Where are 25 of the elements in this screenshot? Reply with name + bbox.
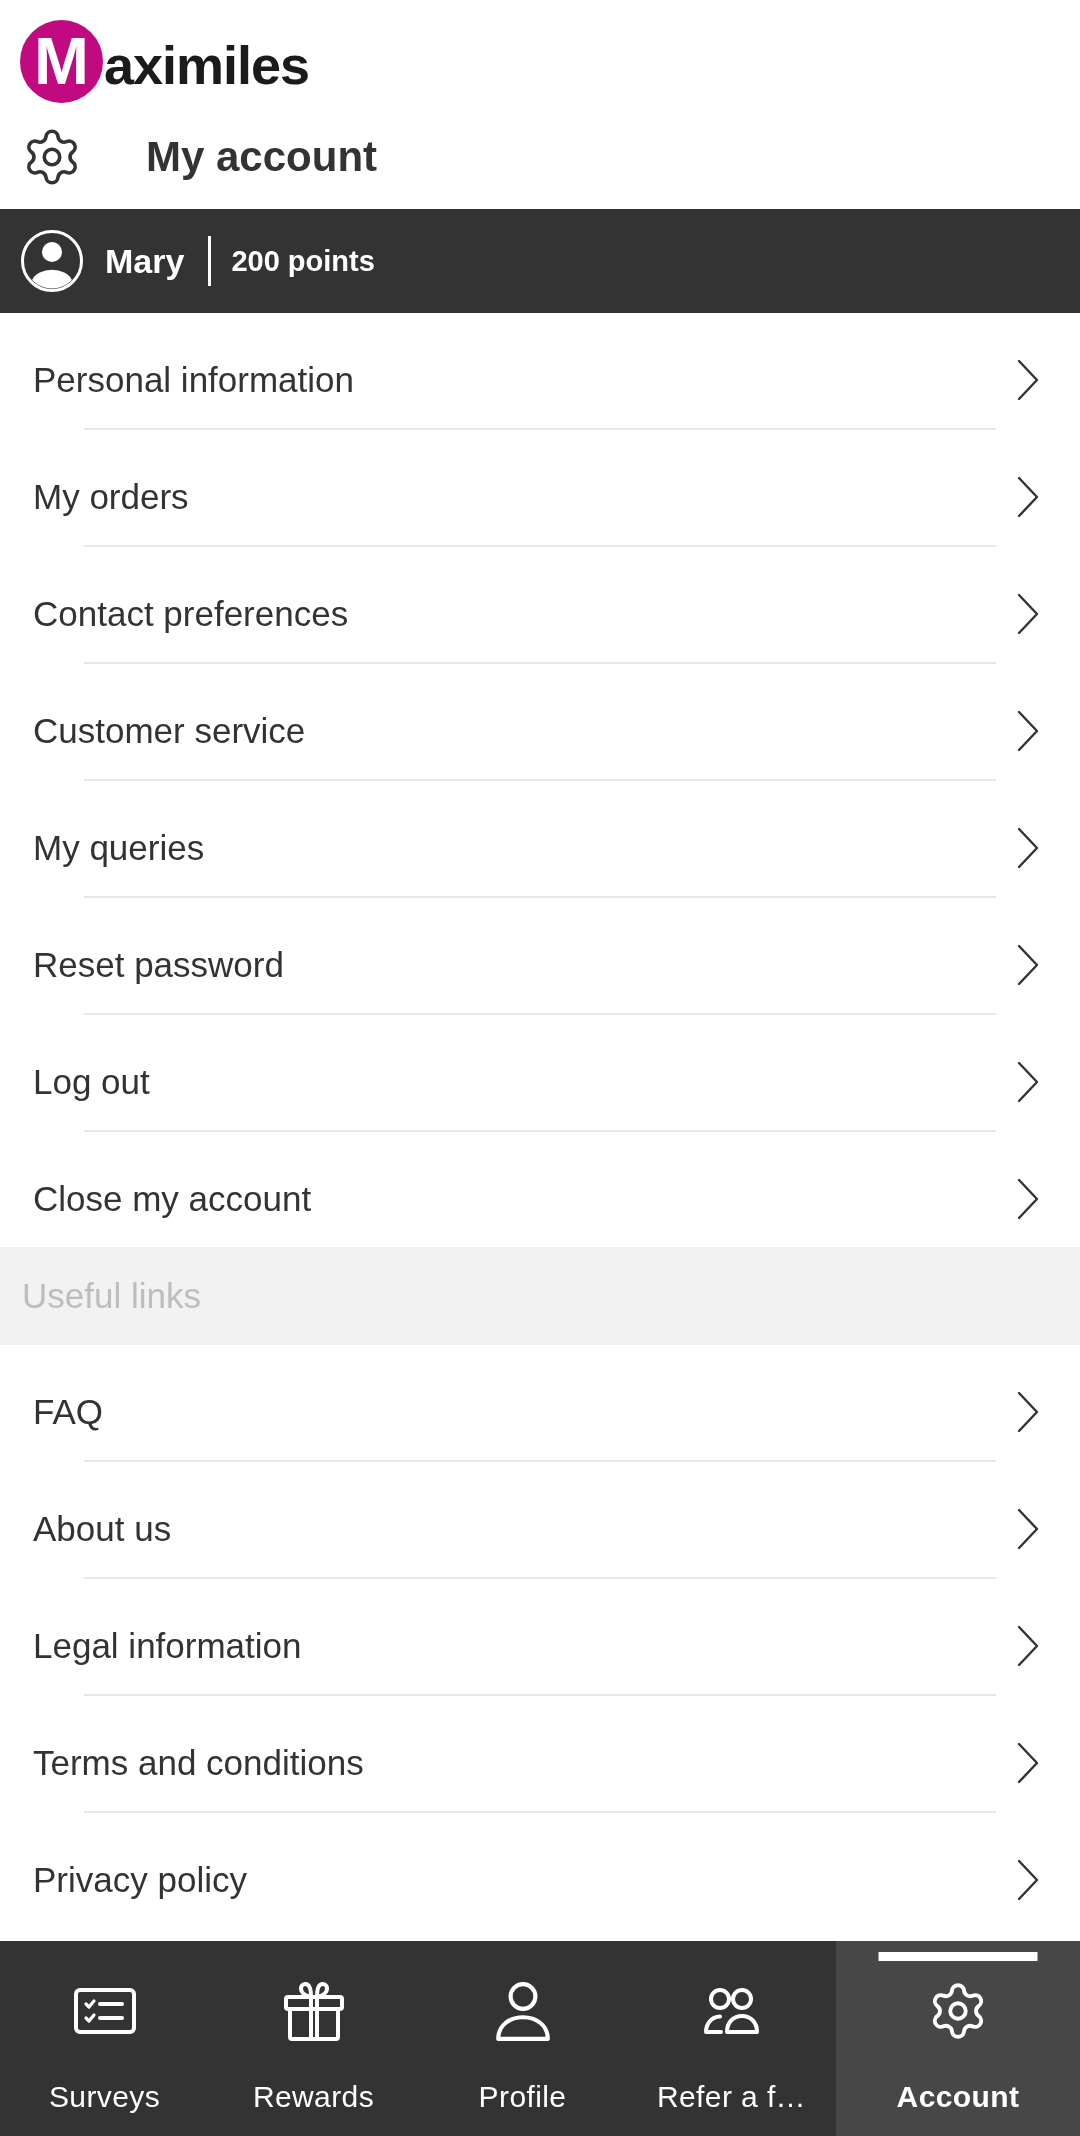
- gift-icon: [283, 1981, 344, 2041]
- nav-tab[interactable]: Refer a f…: [627, 1941, 836, 2136]
- avatar-icon: [21, 230, 83, 292]
- nav-tab[interactable]: Rewards: [209, 1941, 418, 2136]
- chevron-right-icon: [1017, 1060, 1039, 1103]
- chevron-right-icon: [1017, 358, 1039, 401]
- user-name: Mary: [105, 241, 185, 281]
- checklist-icon: [73, 1988, 136, 2034]
- nav-tab[interactable]: Profile: [418, 1941, 627, 2136]
- chevron-right-icon: [1017, 1177, 1039, 1220]
- nav-tab[interactable]: Surveys: [0, 1941, 209, 2136]
- chevron-right-icon: [1017, 826, 1039, 869]
- nav-tab[interactable]: Account: [836, 1941, 1080, 2136]
- chevron-right-icon: [1017, 709, 1039, 752]
- points-balance: 200 points: [231, 244, 375, 278]
- brand-logo: M aximiles: [20, 20, 310, 103]
- chevron-right-icon: [1017, 475, 1039, 518]
- chevron-right-icon: [1017, 1390, 1039, 1433]
- chevron-right-icon: [1017, 1741, 1039, 1784]
- page-title: My account: [146, 132, 378, 181]
- chevron-right-icon: [1017, 1507, 1039, 1550]
- chevron-right-icon: [1017, 592, 1039, 635]
- chevron-right-icon: [1017, 943, 1039, 986]
- chevron-right-icon: [1017, 1624, 1039, 1667]
- chevron-right-icon: [1017, 1858, 1039, 1901]
